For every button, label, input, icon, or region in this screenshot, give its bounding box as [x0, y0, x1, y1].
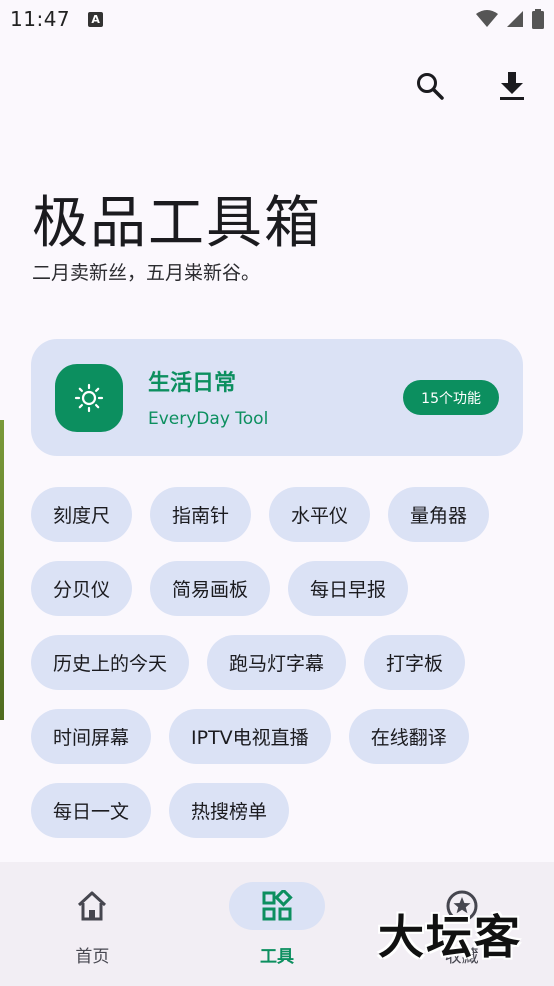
status-time: 11:47 — [10, 7, 71, 31]
notification-a-icon: A — [88, 11, 104, 27]
tool-chip-daily-article[interactable]: 每日一文 — [31, 783, 152, 838]
home-icon — [78, 891, 107, 921]
tool-chip-decibel-meter[interactable]: 分贝仪 — [31, 561, 133, 616]
search-icon — [417, 73, 444, 100]
tool-chip-translate[interactable]: 在线翻译 — [348, 709, 469, 764]
category-card-daily-life[interactable]: 生活日常 EveryDay Tool 15个功能 — [31, 339, 523, 456]
category-title: 生活日常 — [148, 371, 237, 396]
nav-item-tools[interactable]: 工具 — [185, 862, 370, 986]
nav-item-home[interactable]: 首页 — [0, 862, 185, 986]
tool-chip-trending[interactable]: 热搜榜单 — [169, 783, 290, 838]
left-edge-decoration — [0, 420, 4, 720]
battery-icon — [532, 9, 544, 29]
tool-chip-compass[interactable]: 指南针 — [150, 487, 252, 542]
status-indicators — [476, 9, 544, 29]
brightness-icon — [74, 383, 104, 413]
nav-pill-home — [44, 882, 140, 930]
nav-pill-tools — [229, 882, 325, 930]
wifi-icon — [476, 10, 498, 27]
nav-label-tools: 工具 — [260, 947, 294, 967]
tool-chip-marquee[interactable]: 跑马灯字幕 — [207, 635, 347, 690]
tool-chip-level[interactable]: 水平仪 — [269, 487, 371, 542]
tool-chip-typing-board[interactable]: 打字板 — [364, 635, 466, 690]
page-subtitle: 二月卖新丝，五月粜新谷。 — [32, 262, 261, 284]
signal-icon — [507, 11, 523, 27]
download-icon — [500, 72, 524, 100]
nav-label-home: 首页 — [75, 947, 110, 967]
tool-chip-protractor[interactable]: 量角器 — [388, 487, 490, 542]
search-button[interactable] — [414, 68, 446, 104]
tool-chip-time-screen[interactable]: 时间屏幕 — [31, 709, 152, 764]
status-bar: 11:47 A — [0, 0, 554, 38]
tools-icon — [262, 890, 293, 921]
page-title: 极品工具箱 — [32, 191, 322, 256]
tool-chip-iptv[interactable]: IPTV电视直播 — [169, 709, 331, 764]
watermark-logo: 大坛客 — [378, 910, 522, 964]
download-button[interactable] — [496, 68, 528, 104]
top-actions — [414, 68, 528, 104]
tool-chip-list: 刻度尺 指南针 水平仪 量角器 分贝仪 简易画板 每日早报 历史上的今天 跑马灯… — [31, 487, 531, 838]
tool-chip-history-today[interactable]: 历史上的今天 — [31, 635, 190, 690]
category-subtitle: EveryDay Tool — [148, 409, 269, 429]
category-icon-box — [55, 364, 123, 432]
tool-count-badge: 15个功能 — [403, 380, 499, 415]
tool-chip-ruler[interactable]: 刻度尺 — [31, 487, 133, 542]
tool-chip-sketchpad[interactable]: 简易画板 — [150, 561, 271, 616]
tool-chip-daily-news[interactable]: 每日早报 — [288, 561, 409, 616]
